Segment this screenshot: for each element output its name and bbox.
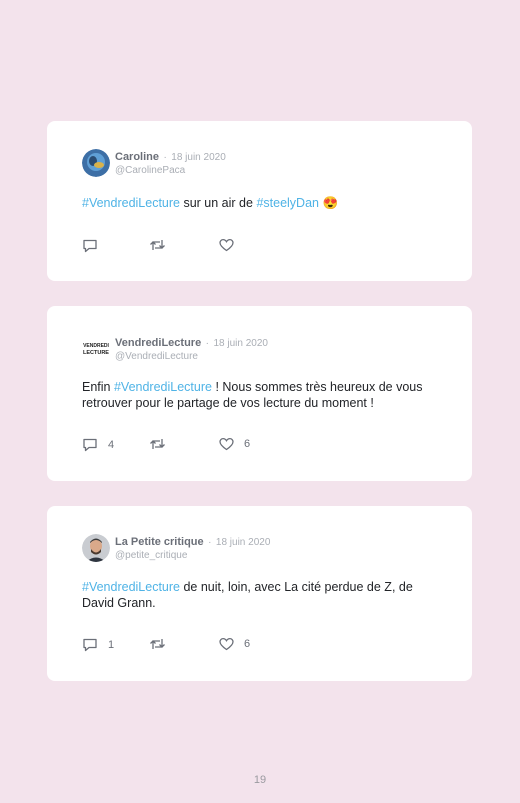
tweet-header: La Petite critique · 18 juin 2020 @petit… bbox=[82, 534, 270, 562]
like-button[interactable]: 6 bbox=[219, 437, 250, 451]
hashtag-link[interactable]: #VendrediLecture bbox=[114, 380, 212, 394]
tweet-meta: La Petite critique · 18 juin 2020 @petit… bbox=[115, 534, 270, 562]
reply-button[interactable]: 1 bbox=[82, 637, 114, 652]
reply-icon bbox=[83, 239, 97, 253]
tweet-meta: Caroline · 18 juin 2020 @CarolinePaca bbox=[115, 149, 226, 177]
tweet-text: #VendrediLecture sur un air de #steelyDa… bbox=[82, 195, 442, 211]
hashtag-link[interactable]: #VendrediLecture bbox=[82, 580, 180, 594]
like-button[interactable] bbox=[219, 238, 244, 252]
tweet-header: VENDREDI LECTURE VendrediLecture · 18 ju… bbox=[82, 335, 268, 363]
page-number: 19 bbox=[253, 774, 267, 786]
author-handle[interactable]: @VendrediLecture bbox=[115, 350, 268, 363]
tweet-actions: 4 6 bbox=[82, 437, 282, 453]
retweet-button[interactable] bbox=[149, 637, 176, 651]
retweet-icon bbox=[150, 240, 165, 250]
avatar[interactable] bbox=[82, 534, 110, 562]
reply-button[interactable] bbox=[82, 238, 108, 253]
retweet-button[interactable] bbox=[149, 238, 176, 252]
tweet-text: Enfin #VendrediLecture ! Nous sommes trè… bbox=[82, 379, 442, 411]
reply-count: 1 bbox=[108, 638, 115, 651]
reply-icon bbox=[83, 438, 97, 452]
reply-count: 4 bbox=[108, 438, 115, 451]
svg-text:VENDREDI: VENDREDI bbox=[83, 343, 109, 349]
svg-text:LECTURE: LECTURE bbox=[83, 350, 109, 356]
hashtag-link[interactable]: #steelyDan bbox=[256, 196, 319, 210]
separator: · bbox=[205, 338, 209, 349]
tweet-meta: VendrediLecture · 18 juin 2020 @Vendredi… bbox=[115, 335, 268, 363]
like-count: 6 bbox=[244, 638, 251, 650]
author-name[interactable]: La Petite critique bbox=[115, 536, 204, 548]
author-handle[interactable]: @petite_critique bbox=[115, 549, 270, 562]
reply-icon bbox=[83, 638, 97, 652]
like-button[interactable]: 6 bbox=[219, 637, 250, 651]
tweet-text: #VendrediLecture de nuit, loin, avec La … bbox=[82, 579, 442, 611]
tweet-date[interactable]: 18 juin 2020 bbox=[213, 338, 268, 349]
text-segment: Enfin bbox=[82, 380, 114, 394]
separator: · bbox=[163, 152, 167, 163]
separator: · bbox=[208, 537, 212, 548]
retweet-button[interactable] bbox=[149, 437, 176, 451]
tweet-card: Caroline · 18 juin 2020 @CarolinePaca #V… bbox=[47, 121, 472, 281]
like-icon bbox=[219, 637, 234, 651]
retweet-icon bbox=[150, 439, 165, 449]
author-handle[interactable]: @CarolinePaca bbox=[115, 164, 226, 177]
retweet-icon bbox=[150, 639, 165, 649]
author-name[interactable]: VendrediLecture bbox=[115, 337, 201, 349]
tweet-card: VENDREDI LECTURE VendrediLecture · 18 ju… bbox=[47, 306, 472, 481]
hashtag-link[interactable]: #VendrediLecture bbox=[82, 196, 180, 210]
avatar[interactable]: VENDREDI LECTURE bbox=[82, 335, 110, 363]
like-icon bbox=[219, 238, 234, 252]
tweet-card: La Petite critique · 18 juin 2020 @petit… bbox=[47, 506, 472, 681]
text-segment: sur un air de bbox=[180, 196, 257, 210]
tweet-date[interactable]: 18 juin 2020 bbox=[216, 537, 271, 548]
like-count: 6 bbox=[244, 438, 251, 450]
tweet-header: Caroline · 18 juin 2020 @CarolinePaca bbox=[82, 149, 226, 177]
avatar[interactable] bbox=[82, 149, 110, 177]
emoji: 😍 bbox=[318, 196, 339, 210]
like-icon bbox=[219, 437, 234, 451]
tweet-actions bbox=[82, 238, 282, 254]
tweet-date[interactable]: 18 juin 2020 bbox=[171, 152, 226, 163]
author-name[interactable]: Caroline bbox=[115, 151, 159, 163]
tweet-actions: 1 6 bbox=[82, 637, 282, 653]
reply-button[interactable]: 4 bbox=[82, 437, 114, 452]
